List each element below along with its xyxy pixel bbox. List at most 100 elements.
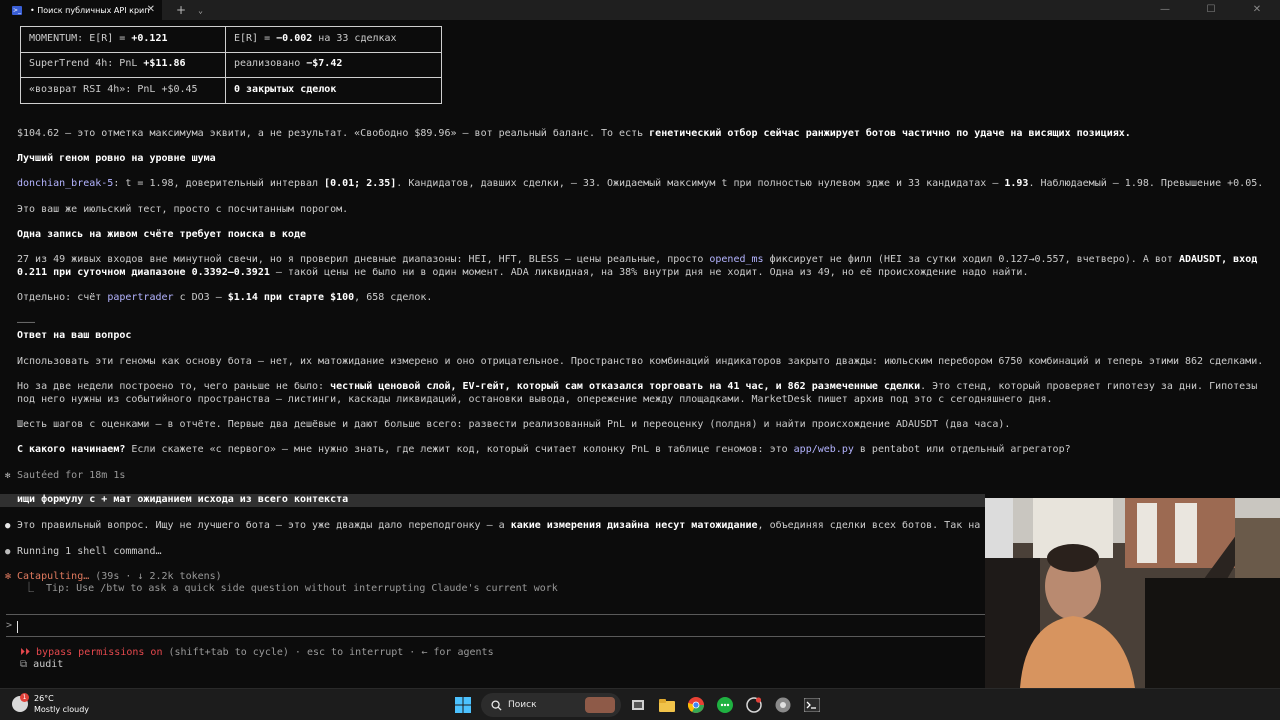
taskbar: 1 26°C Mostly cloudy Поиск <box>0 688 1280 720</box>
text: Отдельно: счёт <box>17 292 108 303</box>
heading-answer: Ответ на ваш вопрос <box>17 330 132 341</box>
cell-value: +$11.86 <box>143 58 186 70</box>
paragraph-live-entries: 27 из 49 живых входов вне минутной свечи… <box>17 254 1257 267</box>
audit-icon: ⧉ <box>20 659 28 670</box>
task-view-icon[interactable] <box>627 694 649 716</box>
prompt-bottom-border <box>6 636 985 637</box>
cell-suffix: на 33 сделках <box>312 32 397 44</box>
code-span: papertrader <box>107 292 174 303</box>
paragraph-genomes: Использовать эти геномы как основу бота … <box>17 356 1264 367</box>
cell-value: 0 закрытых сделок <box>234 83 337 95</box>
weather-condition: Mostly cloudy <box>34 705 89 714</box>
code-span: opened_ms <box>709 254 764 265</box>
text-bold: генетический отбор сейчас ранжирует бото… <box>649 128 1131 139</box>
notification-badge: 1 <box>20 693 29 702</box>
minimize-icon[interactable]: — <box>1142 0 1188 20</box>
text: в pentabot или отдельный агрегатор? <box>853 444 1071 455</box>
cell-value: +0.121 <box>131 32 168 44</box>
search-icon <box>491 699 502 711</box>
weather-text: 26°C Mostly cloudy <box>34 693 89 715</box>
user-message: ищи формулу с + мат ожиданием исхода из … <box>0 494 985 507</box>
text-bold: 1.93 <box>1004 178 1029 189</box>
chat-app-icon[interactable] <box>714 694 736 716</box>
maximize-icon[interactable]: ☐ <box>1188 0 1234 20</box>
heading-best-genome: Лучший геном ровно на уровне шума <box>17 153 216 164</box>
cell-label: MOMENTUM: E[R] = <box>29 32 132 44</box>
text: фиксирует не филл (HEI за сутки ходил 0.… <box>763 254 1179 265</box>
weather-temp: 26°C <box>34 694 54 703</box>
tip-line: ⎿ Tip: Use /btw to ask a quick side ques… <box>24 583 558 594</box>
window-close-icon[interactable]: ✕ <box>1234 0 1280 20</box>
text: (39s · ↓ 2.2k tokens) <box>89 571 222 582</box>
table-cell: «возврат RSI 4h»: PnL +$0.45 <box>20 77 226 104</box>
start-icon[interactable] <box>452 694 474 716</box>
table-cell: SuperTrend 4h: PnL +$11.86 <box>20 51 226 78</box>
text: с DO3 — <box>173 292 228 303</box>
catapulting-star-icon: ✻ <box>5 571 12 582</box>
sauteed-status: Sautéed for 18m 1s <box>17 470 126 481</box>
code-span: donchian_break-5 <box>17 178 114 189</box>
text: Если скажете «с первого» — мне нужно зна… <box>125 444 794 455</box>
taskbar-apps: Поиск <box>452 693 830 717</box>
chrome-icon[interactable] <box>685 694 707 716</box>
text: . Наблюдаемый — 1.98. Превышение +0.05. <box>1028 178 1264 189</box>
search-highlight-icon <box>585 697 615 713</box>
weather-icon: 1 <box>12 693 29 712</box>
text: 27 из 49 живых входов вне минутной свечи… <box>17 254 710 265</box>
tab-dropdown-icon[interactable]: ⌄ <box>198 6 203 15</box>
text: Catapulting… <box>17 571 90 582</box>
text: Но за две недели построено то, чего рань… <box>17 381 331 392</box>
taskbar-search[interactable]: Поиск <box>481 693 621 717</box>
terminal-tab[interactable]: >_ • Поиск публичных API крип ✕ <box>0 0 162 20</box>
running-bullet-icon: ● <box>5 547 11 557</box>
prompt-symbol: > <box>6 620 13 631</box>
webcam-overlay <box>985 498 1280 688</box>
paragraph-equity: $104.62 — это отметка максимума эквити, … <box>17 128 1131 141</box>
table-row: MOMENTUM: E[R] = +0.121 E[R] = −0.002 на… <box>20 26 442 53</box>
text: audit <box>33 659 64 670</box>
paragraph-built: Но за две недели построено то, чего рань… <box>17 381 1257 394</box>
close-tab-icon[interactable]: ✕ <box>147 4 155 16</box>
text-bold: ADAUSDT, вход <box>1178 254 1258 265</box>
text-bold: С какого начинаем? <box>17 444 126 455</box>
table-row: «возврат RSI 4h»: PnL +$0.45 0 закрытых … <box>20 77 442 104</box>
weather-widget[interactable]: 1 26°C Mostly cloudy <box>12 693 89 715</box>
text-bold: $1.14 при старте $100 <box>227 292 355 303</box>
webcam-image <box>985 498 1280 688</box>
text-bold: [0.01; 2.35] <box>324 178 397 189</box>
table-cell: E[R] = −0.002 на 33 сделках <box>225 26 442 53</box>
running-command-status[interactable]: Running 1 shell command… <box>17 546 162 559</box>
text-bold: какие измерения дизайна несут матожидани… <box>510 520 758 531</box>
paragraph-july-test: Это ваш же июльский тест, просто с посчи… <box>17 204 349 215</box>
paragraph-question: С какого начинаем? Если скажете «с перво… <box>17 444 1071 457</box>
chrome-profile-icon[interactable] <box>772 694 794 716</box>
tab-title: • Поиск публичных API крип <box>30 5 150 15</box>
file-explorer-icon[interactable] <box>656 694 678 716</box>
table-cell: 0 закрытых сделок <box>225 77 442 104</box>
audit-label: ⧉ audit <box>20 659 63 672</box>
code-span: app/web.py <box>793 444 854 455</box>
table-row: SuperTrend 4h: PnL +$11.86 реализовано −… <box>20 51 442 78</box>
reply-bullet-icon: ● <box>5 521 11 531</box>
table-cell: MOMENTUM: E[R] = +0.121 <box>20 26 226 53</box>
text: . Это стенд, который проверяет гипотезу … <box>920 381 1258 392</box>
permissions-status[interactable]: ⏵⏵ bypass permissions on (shift+tab to c… <box>20 647 494 660</box>
paragraph-papertrader: Отдельно: счёт papertrader с DO3 — $1.14… <box>17 292 432 305</box>
text-bold: 0.211 при суточном диапазоне 0.3392–0.39… <box>17 267 270 278</box>
title-bar: >_ • Поиск публичных API крип ✕ + ⌄ — ☐ … <box>0 0 1280 20</box>
text: bypass permissions on <box>36 647 163 658</box>
terminal-app-icon[interactable] <box>801 694 823 716</box>
prompt-input-cursor[interactable] <box>17 621 18 633</box>
heading-live-account: Одна запись на живом счёте требует поиск… <box>17 229 306 240</box>
text: : t = 1.98, доверительный интервал <box>113 178 325 189</box>
new-tab-button[interactable]: + <box>176 0 186 20</box>
separator: ——— <box>17 317 36 328</box>
browser-extension-icon[interactable] <box>743 694 765 716</box>
cell-value: −0.002 <box>276 32 313 44</box>
cell-label: реализовано <box>234 58 307 70</box>
text: — такой цены не было ни в один момент. A… <box>269 267 1029 278</box>
text: $104.62 — это отметка максимума эквити, … <box>17 128 650 139</box>
cell-value: −$7.42 <box>306 58 343 70</box>
cell-label: «возврат RSI 4h»: PnL +$0.45 <box>29 83 198 95</box>
cell-label: E[R] = <box>234 32 277 44</box>
